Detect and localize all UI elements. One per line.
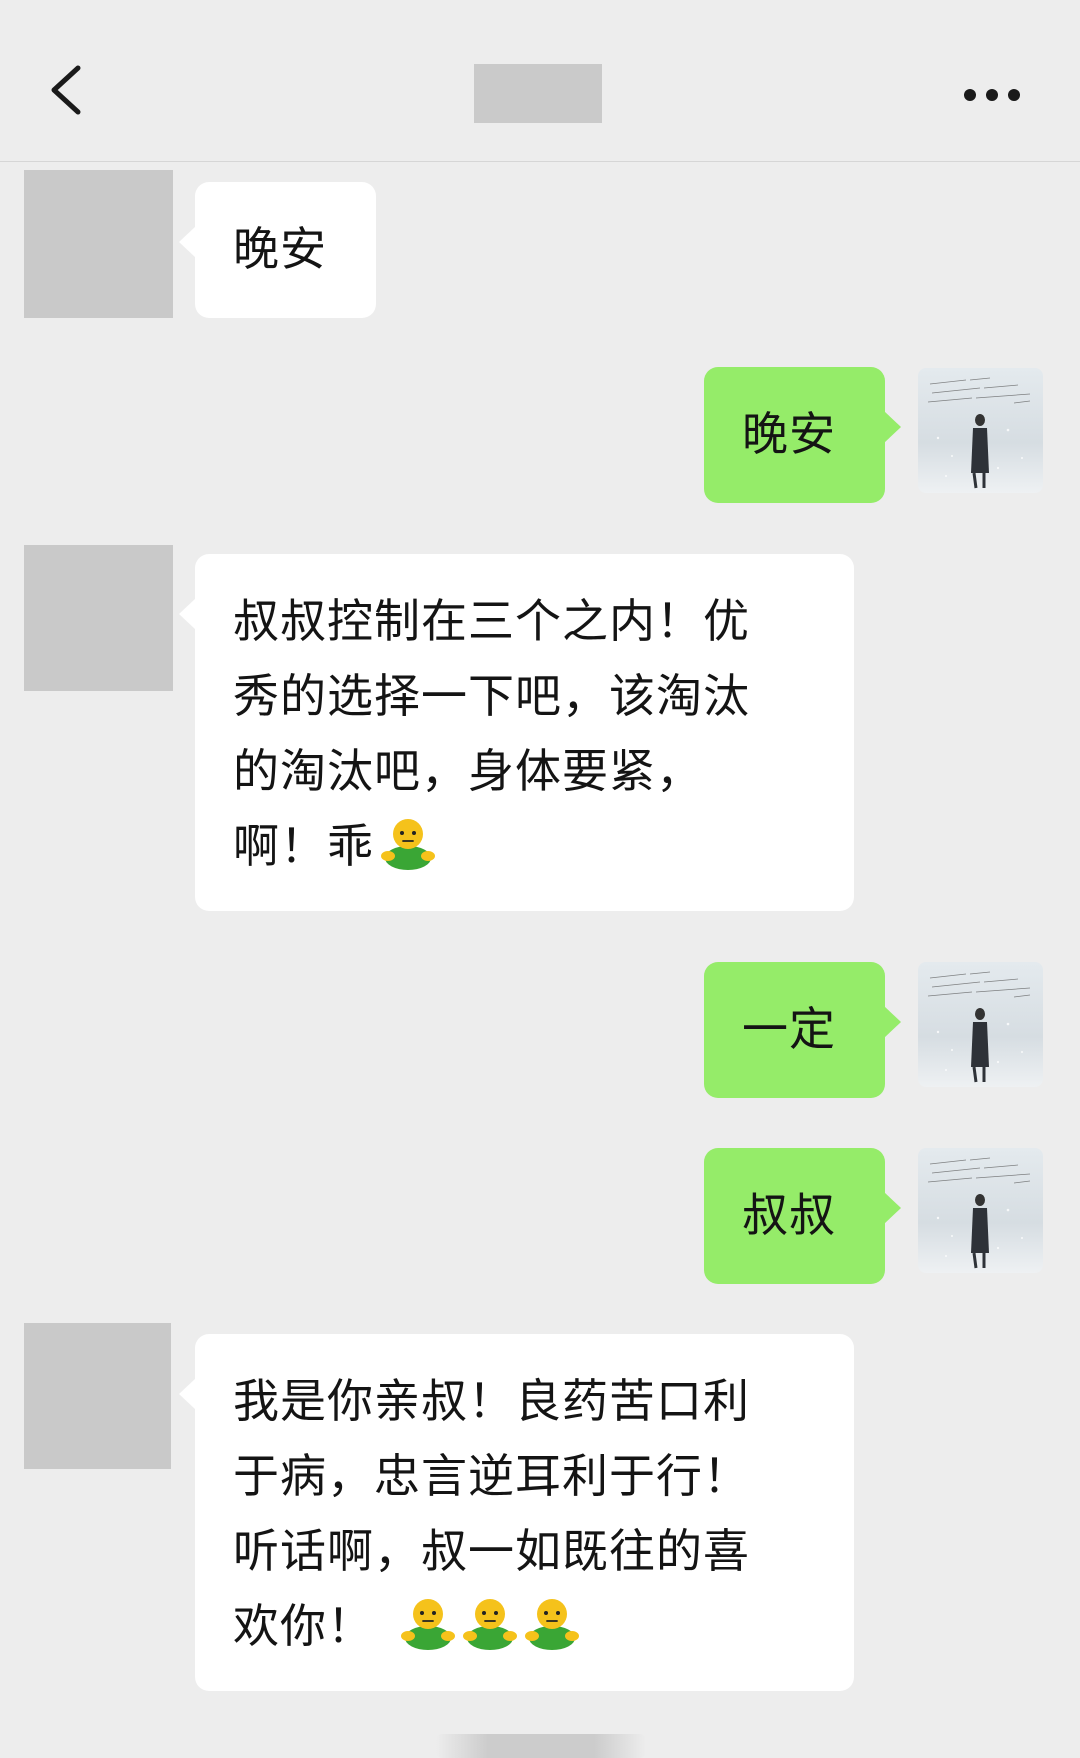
avatar[interactable] xyxy=(918,1148,1043,1273)
message-bubble[interactable]: 我是你亲叔！良药苦口利 于病，忠言逆耳利于行！ 听话啊，叔一如既往的喜 欢你！ xyxy=(179,1334,854,1691)
message-text: 一定 xyxy=(742,1002,836,1056)
avatar[interactable] xyxy=(918,962,1043,1087)
message-text-line: 听话啊，叔一如既往的喜 xyxy=(233,1524,750,1578)
message-text: 叔叔 xyxy=(742,1188,836,1242)
avatar-image xyxy=(918,1148,1043,1273)
message-bubble[interactable]: 叔叔 xyxy=(704,1148,901,1284)
message-bubble[interactable]: 一定 xyxy=(704,962,901,1098)
watermark-redacted xyxy=(436,1734,646,1758)
message-text-line-with-emoji: 啊！乖 xyxy=(233,809,854,884)
avatar-image xyxy=(918,368,1043,493)
message-bubble[interactable]: 晚安 xyxy=(704,367,901,503)
neutral-face-emoji-icon xyxy=(398,1592,458,1652)
chat-header xyxy=(0,0,1080,162)
avatar-image xyxy=(918,962,1043,1087)
message-bubble[interactable]: 叔叔控制在三个之内！优 秀的选择一下吧，该淘汰 的淘汰吧，身体要紧， 啊！乖 xyxy=(179,554,854,911)
neutral-face-emoji-icon xyxy=(460,1592,520,1652)
avatar[interactable] xyxy=(918,368,1043,493)
more-dots-icon xyxy=(964,89,1020,101)
message-text-line: 于病，忠言逆耳利于行！ xyxy=(233,1449,750,1503)
avatar-redacted[interactable] xyxy=(24,545,173,691)
message-text-line-with-emoji: 欢你！ xyxy=(233,1589,854,1664)
chat-title-redacted xyxy=(474,64,602,123)
neutral-face-emoji-icon xyxy=(522,1592,582,1652)
message-text-line: 叔叔控制在三个之内！优 xyxy=(233,594,750,648)
message-text-line: 秀的选择一下吧，该淘汰 xyxy=(233,669,750,723)
avatar-redacted[interactable] xyxy=(24,170,173,318)
message-text-line: 我是你亲叔！良药苦口利 xyxy=(233,1374,750,1428)
message-text-line: 啊！乖 xyxy=(233,819,374,873)
emoji-group xyxy=(396,1589,582,1664)
more-options-button[interactable] xyxy=(950,70,1040,120)
message-text: 晚安 xyxy=(233,222,327,276)
message-text-line: 的淘汰吧，身体要紧， xyxy=(233,744,703,798)
chevron-left-icon xyxy=(51,65,81,115)
neutral-face-emoji-icon xyxy=(378,812,438,872)
avatar-redacted[interactable] xyxy=(24,1323,171,1469)
message-text-line: 欢你！ xyxy=(233,1599,374,1653)
message-text: 晚安 xyxy=(742,407,836,461)
message-bubble[interactable]: 晚安 xyxy=(179,182,376,318)
back-button[interactable] xyxy=(30,50,110,130)
